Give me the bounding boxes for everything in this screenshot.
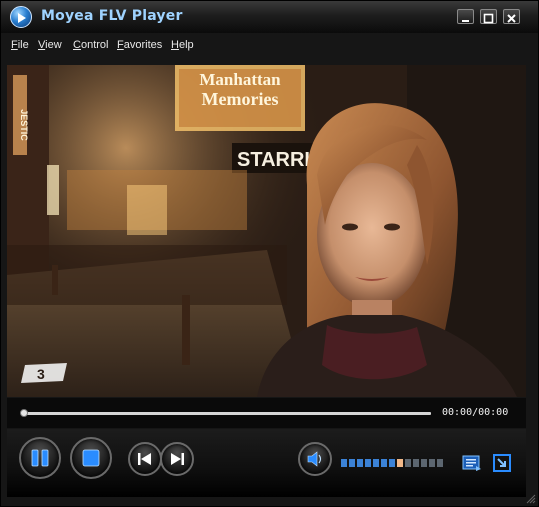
volume-segment[interactable] <box>341 459 347 467</box>
volume-segment[interactable] <box>349 459 355 467</box>
close-icon <box>507 14 516 23</box>
video-frame: JESTIC Manhattan Memories STARRING 3 <box>7 65 526 397</box>
fullscreen-button[interactable] <box>492 453 512 473</box>
speaker-icon <box>307 451 322 467</box>
mute-button[interactable] <box>298 442 332 476</box>
volume-segment[interactable] <box>405 459 411 467</box>
volume-segment[interactable] <box>397 459 403 467</box>
maximize-button[interactable] <box>480 9 497 24</box>
video-display[interactable]: JESTIC Manhattan Memories STARRING 3 <box>7 65 526 397</box>
menu-control[interactable]: Control <box>73 39 108 51</box>
timeline-bar: 00:00/00:00 <box>7 398 526 428</box>
volume-segment[interactable] <box>429 459 435 467</box>
skip-previous-icon <box>138 453 151 465</box>
pause-icon <box>31 449 49 467</box>
minimize-button[interactable] <box>457 9 474 24</box>
control-bar <box>7 429 526 497</box>
volume-segment[interactable] <box>373 459 379 467</box>
volume-segment[interactable] <box>421 459 427 467</box>
window-title: Moyea FLV Player <box>41 8 183 24</box>
time-display: 00:00/00:00 <box>442 407 509 418</box>
volume-segment[interactable] <box>413 459 419 467</box>
player-window: Moyea FLV Player File View Control Favor… <box>0 0 539 507</box>
menu-favorites[interactable]: Favorites <box>117 39 162 51</box>
channel-logo-text: 3 <box>37 366 45 382</box>
playlist-button[interactable] <box>462 454 482 472</box>
menu-help[interactable]: Help <box>171 39 194 51</box>
next-button[interactable] <box>160 442 194 476</box>
stop-icon <box>82 449 100 467</box>
title-bar[interactable]: Moyea FLV Player <box>1 1 538 33</box>
previous-button[interactable] <box>128 442 162 476</box>
playlist-icon <box>462 455 481 471</box>
fullscreen-icon <box>493 454 511 472</box>
marquee-line-2: Memories <box>202 89 279 109</box>
volume-slider[interactable] <box>341 429 451 497</box>
menu-view[interactable]: View <box>38 39 62 51</box>
volume-segment[interactable] <box>357 459 363 467</box>
resize-grip-icon[interactable] <box>526 494 536 504</box>
menu-bar: File View Control Favorites Help <box>1 34 538 58</box>
close-button[interactable] <box>503 9 520 24</box>
volume-segment[interactable] <box>381 459 387 467</box>
vertical-sign: JESTIC <box>19 109 29 141</box>
marquee-line-1: Manhattan <box>199 70 281 89</box>
stop-button[interactable] <box>70 437 112 479</box>
menu-file[interactable]: File <box>11 39 29 51</box>
volume-segment[interactable] <box>437 459 443 467</box>
seek-handle[interactable] <box>20 409 28 417</box>
volume-segment[interactable] <box>365 459 371 467</box>
seek-track[interactable] <box>23 412 431 415</box>
volume-segment[interactable] <box>389 459 395 467</box>
pause-button[interactable] <box>19 437 61 479</box>
channel-logo-icon: 3 <box>21 363 67 383</box>
skip-next-icon <box>171 453 184 465</box>
minimize-icon <box>462 20 469 22</box>
app-play-icon <box>10 6 32 28</box>
maximize-icon <box>483 13 494 24</box>
